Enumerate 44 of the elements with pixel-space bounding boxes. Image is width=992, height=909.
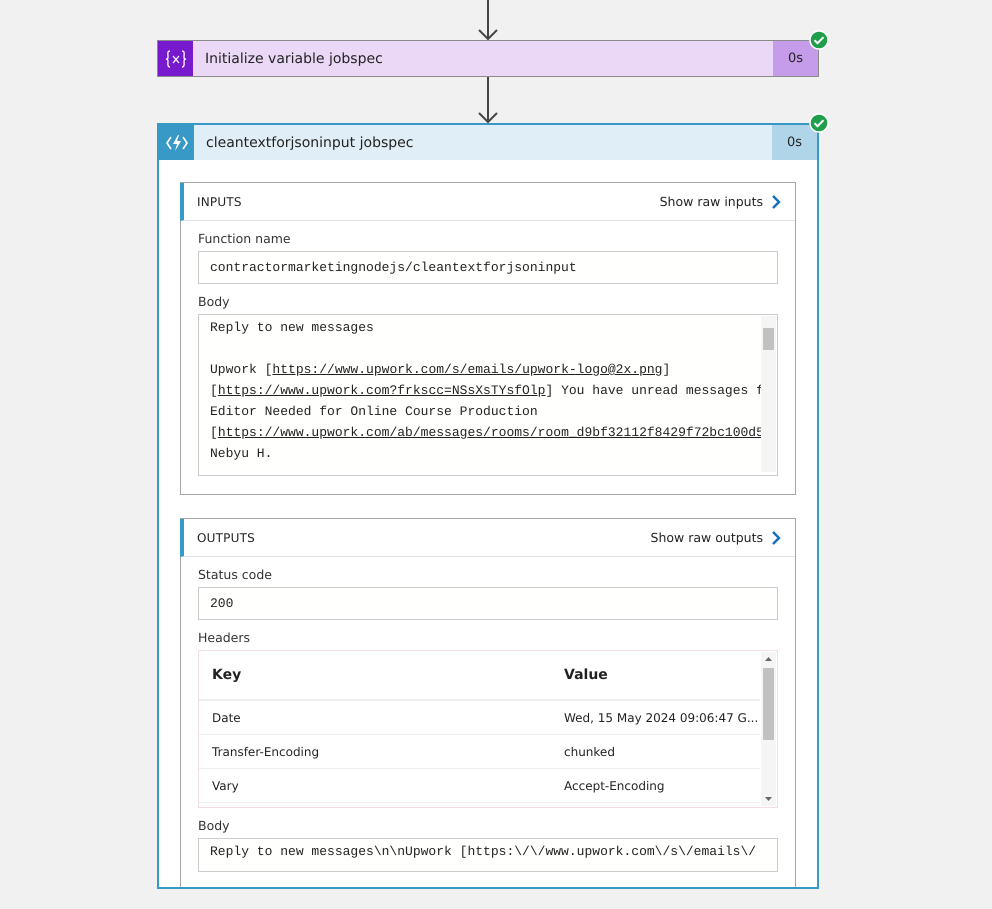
text-field[interactable]: contractormarketingnodejs/cleantextforjsoninput (198, 251, 778, 284)
show-raw-link[interactable]: Show raw outputs (650, 530, 781, 546)
action-title: Initialize variable jobspec (204, 50, 384, 68)
field-label: Body (198, 294, 231, 309)
code-field[interactable] (198, 314, 778, 476)
section-title: INPUTS (197, 194, 242, 208)
code-line: Editor Needed for Online Course Production (210, 403, 538, 421)
scrollbar[interactable] (761, 652, 776, 806)
table-cell-text: chunked (564, 744, 616, 760)
action-card[interactable] (157, 123, 819, 889)
code-line: [https://www.upwork.com/ab/messages/rooms/room_d9bf32112f8429f72bc100d5 (210, 424, 764, 442)
flow-arrow (477, 0, 499, 40)
flow-arrow (477, 77, 499, 123)
link[interactable]: https://www.upwork.com/s/emails/upwork-logo@2x.png (272, 362, 662, 377)
code-line: Reply to new messages (210, 319, 374, 337)
column-header: Value (564, 666, 609, 685)
lightning-bracket-icon (166, 134, 188, 152)
action-title: cleantextforjsoninput jobspec (205, 134, 414, 152)
code-line: Nebyu H. (210, 445, 272, 463)
table-cell-text: Vary (212, 778, 240, 794)
variable-braces-icon (164, 48, 188, 68)
table-cell-text: Wed, 15 May 2024 09:06:47 G... (564, 710, 760, 726)
table-cell-text: Accept-Encoding (564, 778, 666, 794)
field-label: Headers (198, 630, 252, 645)
duration-label: 0s (773, 41, 818, 76)
code-line: Reply to new messages\n\nUpwork [https:\/\/www.upwork.com\/s\/emails\/ (210, 843, 756, 861)
table-cell-text: Transfer-Encoding (212, 744, 320, 760)
chevron-right-icon (771, 194, 781, 210)
action-card[interactable]: Initialize variable jobspec 0s (157, 40, 819, 77)
code-field[interactable]: Reply to new messages\n\nUpwork [https:\/\/www.upwork.com\/s\/emails\/ (198, 838, 778, 872)
scrollbar[interactable] (761, 316, 776, 472)
text-field[interactable]: 200 (198, 587, 778, 620)
field-label: Function name (198, 231, 292, 246)
link[interactable]: https://www.upwork.com?frkscc=NSsXsTYsfOlp (218, 383, 546, 398)
show-raw-link[interactable]: Show raw inputs (660, 194, 781, 210)
table-cell-text: Date (212, 710, 242, 726)
code-line: Upwork [https://www.upwork.com/s/emails/upwork-logo@2x.png] (210, 361, 670, 379)
section-title: OUTPUTS (197, 530, 255, 544)
link[interactable]: https://www.upwork.com/ab/messages/rooms/room_d9bf32112f8429f72bc100d5 (218, 425, 764, 440)
field-label: Status code (198, 567, 273, 582)
column-header: Key (212, 666, 242, 685)
chevron-right-icon (771, 530, 781, 546)
duration-label: 0s (772, 125, 817, 160)
field-label: Body (198, 818, 231, 833)
